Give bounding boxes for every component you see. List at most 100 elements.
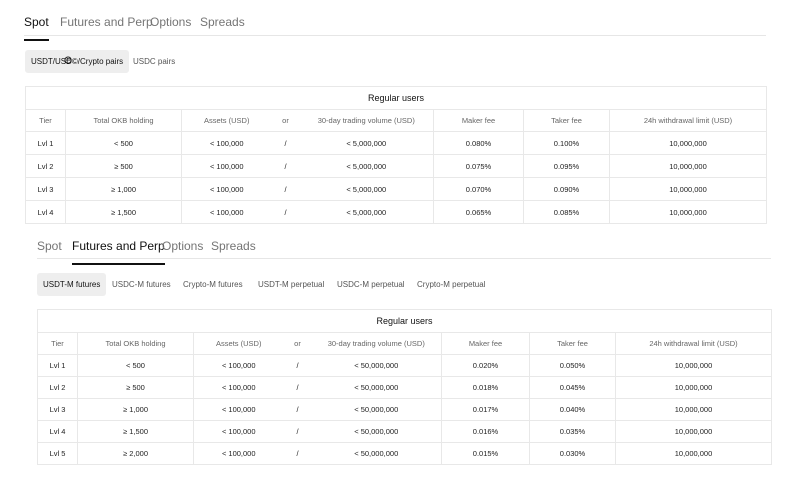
- cell-volume: < 50,000,000: [311, 354, 442, 377]
- tab-options[interactable]: Options: [150, 14, 191, 39]
- cell-assets: < 100,000: [181, 177, 272, 201]
- cell-or: /: [271, 177, 300, 201]
- cell-maker: 0.080%: [433, 131, 524, 155]
- col-withdrawal-limit: 24h withdrawal limit (USD): [608, 109, 768, 132]
- chip-usdc-m-perpetual[interactable]: USDC-M perpetual: [331, 273, 411, 296]
- cell-volume: < 5,000,000: [299, 200, 434, 224]
- table-row: Lvl 2 ≥ 500 < 100,000 / < 50,000,000 0.0…: [37, 376, 773, 399]
- cell-assets: < 100,000: [193, 398, 284, 421]
- group-header: Regular users: [24, 86, 768, 110]
- cell-maker: 0.070%: [433, 177, 524, 201]
- table-row: Lvl 3 ≥ 1,000 < 100,000 / < 5,000,000 0.…: [25, 177, 768, 201]
- cell-taker: 0.100%: [523, 131, 610, 155]
- col-assets: Assets (USD): [193, 332, 284, 355]
- cell-maker: 0.015%: [441, 442, 530, 465]
- cell-tier: Lvl 1: [37, 354, 78, 377]
- futures-section: Spot Futures and Perp Options Spreads: [37, 236, 771, 265]
- chip-usdt-m-perpetual[interactable]: USDT-M perpetual: [252, 273, 330, 296]
- chip-crypto-m-futures[interactable]: Crypto-M futures: [177, 273, 249, 296]
- cell-taker: 0.095%: [523, 154, 610, 178]
- col-or: or: [283, 332, 312, 355]
- cell-limit: 10,000,000: [614, 398, 773, 421]
- cell-volume: < 50,000,000: [311, 442, 442, 465]
- chip-crypto-m-perpetual[interactable]: Crypto-M perpetual: [411, 273, 491, 296]
- cell-okb: ≥ 1,000: [77, 398, 194, 421]
- cell-tier: Lvl 5: [37, 442, 78, 465]
- cell-assets: < 100,000: [193, 420, 284, 443]
- futures-fee-table: Regular users Tier Total OKB holding Ass…: [36, 309, 773, 465]
- cell-maker: 0.065%: [433, 200, 524, 224]
- cell-or: /: [283, 376, 312, 399]
- cell-taker: 0.045%: [529, 376, 616, 399]
- col-maker-fee: Maker fee: [433, 109, 524, 132]
- cell-volume: < 50,000,000: [311, 398, 442, 421]
- cell-assets: < 100,000: [181, 131, 272, 155]
- cell-limit: 10,000,000: [614, 442, 773, 465]
- col-withdrawal-limit: 24h withdrawal limit (USD): [614, 332, 773, 355]
- cell-okb: ≥ 1,500: [77, 420, 194, 443]
- cell-tier: Lvl 1: [25, 131, 66, 155]
- cell-taker: 0.040%: [529, 398, 616, 421]
- cell-okb: ≥ 2,000: [77, 442, 194, 465]
- tab-spot[interactable]: Spot: [24, 14, 49, 41]
- cell-tier: Lvl 4: [37, 420, 78, 443]
- table-row: Lvl 4 ≥ 1,500 < 100,000 / < 5,000,000 0.…: [25, 200, 768, 224]
- table-row: Lvl 5 ≥ 2,000 < 100,000 / < 50,000,000 0…: [37, 442, 773, 465]
- tab-futures-and-perp[interactable]: Futures and Perp: [72, 238, 165, 265]
- cell-maker: 0.020%: [441, 354, 530, 377]
- cell-okb: < 500: [77, 354, 194, 377]
- cell-or: /: [283, 442, 312, 465]
- tab-options[interactable]: Options: [162, 238, 203, 263]
- spot-section: Spot Futures and Perp Options Spreads: [24, 12, 766, 41]
- tab-futures-and-perp[interactable]: Futures and Perp: [60, 14, 153, 39]
- cell-volume: < 5,000,000: [299, 131, 434, 155]
- cell-okb: ≥ 500: [77, 376, 194, 399]
- table-header-row: Tier Total OKB holding Assets (USD) or 3…: [25, 109, 768, 132]
- cell-or: /: [271, 131, 300, 155]
- chip-usdc-m-futures[interactable]: USDC-M futures: [106, 273, 177, 296]
- table-header-row: Tier Total OKB holding Assets (USD) or 3…: [37, 332, 773, 355]
- cell-tier: Lvl 3: [25, 177, 66, 201]
- cell-okb: ≥ 500: [65, 154, 182, 178]
- futures-tab-bar: Spot Futures and Perp Options Spreads: [37, 236, 771, 265]
- cell-assets: < 100,000: [181, 154, 272, 178]
- col-or: or: [271, 109, 300, 132]
- col-total-okb-holding: Total OKB holding: [65, 109, 182, 132]
- col-maker-fee: Maker fee: [441, 332, 530, 355]
- cell-tier: Lvl 4: [25, 200, 66, 224]
- spot-tab-bar: Spot Futures and Perp Options Spreads: [24, 12, 766, 41]
- spot-fee-table: Regular users Tier Total OKB holding Ass…: [24, 86, 768, 224]
- cell-okb: ≥ 1,000: [65, 177, 182, 201]
- col-total-okb-holding: Total OKB holding: [77, 332, 194, 355]
- cell-volume: < 50,000,000: [311, 376, 442, 399]
- cell-assets: < 100,000: [193, 376, 284, 399]
- cell-volume: < 5,000,000: [299, 177, 434, 201]
- chip-usdt-usdc-crypto-pairs[interactable]: USDT/USD©/Crypto pairs: [25, 50, 130, 73]
- cell-or: /: [271, 154, 300, 178]
- tab-spreads[interactable]: Spreads: [200, 14, 245, 39]
- cell-assets: < 100,000: [193, 442, 284, 465]
- cell-maker: 0.016%: [441, 420, 530, 443]
- cell-or: /: [283, 420, 312, 443]
- cell-or: /: [283, 354, 312, 377]
- cell-maker: 0.075%: [433, 154, 524, 178]
- cell-limit: 10,000,000: [608, 200, 768, 224]
- cell-volume: < 5,000,000: [299, 154, 434, 178]
- cell-okb: ≥ 1,500: [65, 200, 182, 224]
- cell-limit: 10,000,000: [608, 154, 768, 178]
- tab-spot[interactable]: Spot: [37, 238, 62, 263]
- cell-maker: 0.017%: [441, 398, 530, 421]
- col-assets: Assets (USD): [181, 109, 272, 132]
- cell-tier: Lvl 2: [25, 154, 66, 178]
- table-row: Lvl 4 ≥ 1,500 < 100,000 / < 50,000,000 0…: [37, 420, 773, 443]
- cell-tier: Lvl 2: [37, 376, 78, 399]
- mouse-cursor-icon: [64, 56, 72, 64]
- chip-usdc-pairs[interactable]: USDC pairs: [127, 50, 181, 73]
- chip-usdt-m-futures[interactable]: USDT-M futures: [37, 273, 107, 296]
- tab-spreads[interactable]: Spreads: [211, 238, 256, 263]
- table-row: Lvl 2 ≥ 500 < 100,000 / < 5,000,000 0.07…: [25, 154, 768, 178]
- cell-okb: < 500: [65, 131, 182, 155]
- cell-limit: 10,000,000: [614, 420, 773, 443]
- col-taker-fee: Taker fee: [529, 332, 616, 355]
- col-taker-fee: Taker fee: [523, 109, 610, 132]
